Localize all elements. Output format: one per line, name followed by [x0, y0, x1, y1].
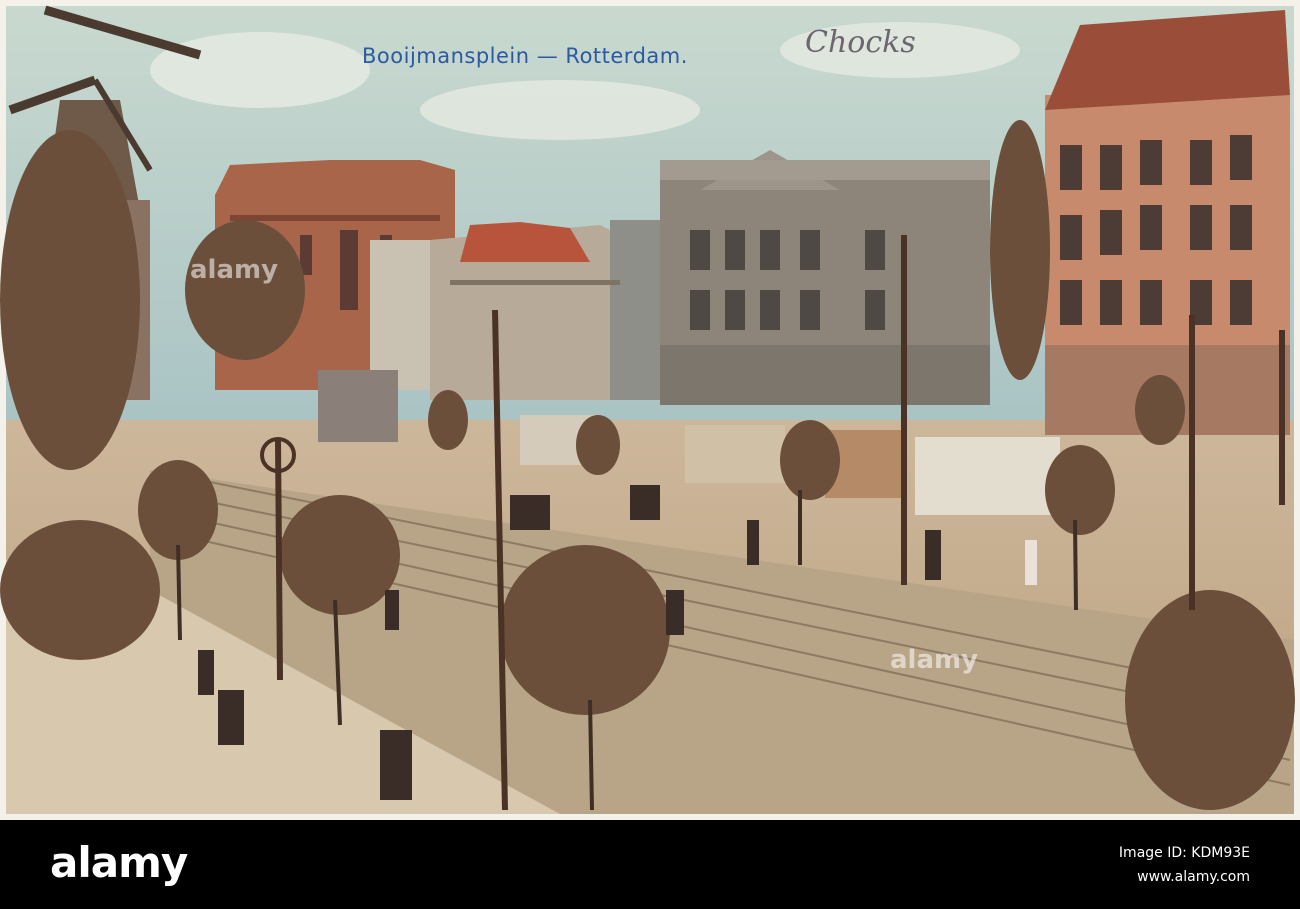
- postcard-caption: Booijmansplein — Rotterdam.: [362, 44, 688, 68]
- brick-building-right: [1045, 10, 1290, 435]
- handwritten-note: Chocks: [805, 25, 916, 60]
- townhouses: [370, 220, 665, 400]
- museum-building: [660, 150, 990, 405]
- watermark-text: alamy: [890, 645, 979, 675]
- footer-bar: [0, 820, 1300, 909]
- watermark-text: alamy: [190, 255, 279, 285]
- street-scene: [0, 0, 1300, 820]
- site-url: www.alamy.com: [1137, 869, 1250, 885]
- alamy-logo: alamy: [50, 838, 188, 887]
- image-id: Image ID: KDM93E: [1118, 845, 1250, 861]
